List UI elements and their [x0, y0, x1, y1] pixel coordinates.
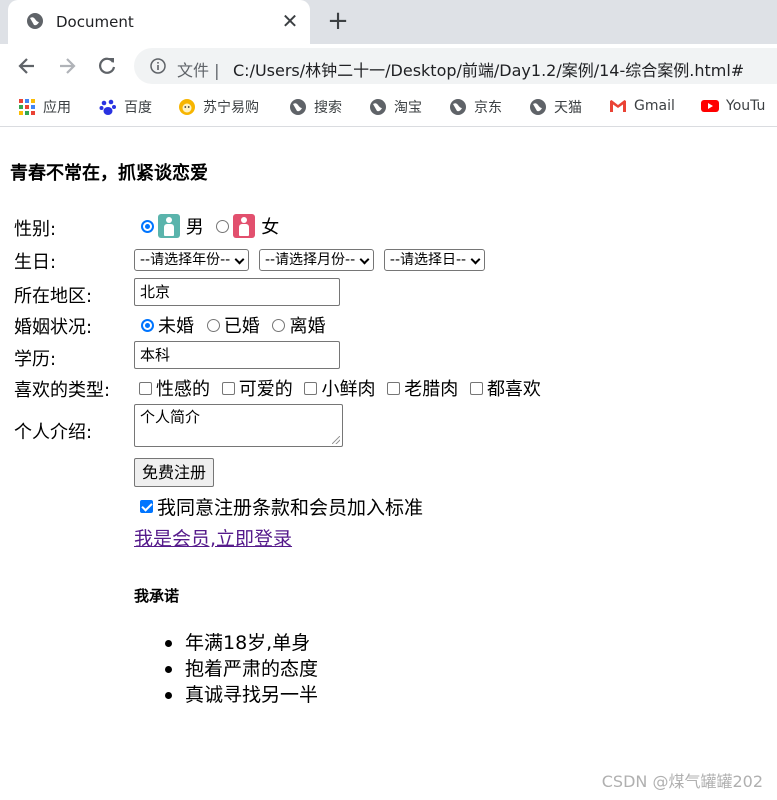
gender-male-radio[interactable] — [141, 219, 154, 233]
type-cute-checkbox[interactable] — [221, 381, 235, 395]
bookmark-jd[interactable]: 京东 — [449, 97, 502, 117]
list-item: 真诚寻找另一半 — [164, 684, 319, 706]
marriage-single-radio[interactable] — [141, 318, 154, 332]
education-label: 学历: — [14, 349, 57, 370]
marriage-married-radio[interactable] — [206, 318, 220, 332]
address-prefix: 文件 | — [177, 61, 220, 80]
address-bar[interactable]: 文件 | C:/Users/林钟二十一/Desktop/前端/Day1.2/案例… — [134, 48, 777, 84]
gmail-icon — [610, 100, 626, 112]
marriage-divorced-radio[interactable] — [272, 318, 286, 332]
type-all-checkbox[interactable] — [469, 381, 483, 395]
agree-row: 我同意注册条款和会员加入标准 — [134, 493, 423, 520]
browser-tab[interactable]: Document ✕ — [8, 0, 310, 44]
type-young-label: 小鲜肉 — [321, 379, 376, 400]
region-row: 北京 — [134, 278, 340, 306]
gender-female-radio[interactable] — [216, 219, 230, 233]
bookmark-tmall[interactable]: 天猫 — [529, 97, 582, 117]
register-row: 免费注册 — [134, 458, 215, 487]
year-select[interactable]: --请选择年份-- — [134, 249, 250, 271]
globe-icon — [290, 99, 306, 115]
resize-grip-icon[interactable] — [332, 436, 340, 444]
type-cute-label: 可爱的 — [238, 379, 293, 400]
birthday-label: 生日: — [14, 252, 57, 273]
bookmark-search[interactable]: 搜索 — [289, 97, 342, 117]
marriage-married-label: 已婚 — [223, 316, 260, 337]
bookmarks-bar: 应用 百度 苏宁易购 搜索 淘宝 京东 天猫 Gmail YouTu — [0, 88, 777, 127]
intro-label: 个人介绍: — [14, 422, 93, 443]
types-options: 性感的 可爱的 小鲜肉 老腊肉 都喜欢 — [133, 375, 541, 401]
marriage-divorced-label: 离婚 — [289, 316, 326, 337]
intro-textarea[interactable]: 个人简介 — [134, 404, 343, 447]
address-url[interactable]: C:/Users/林钟二十一/Desktop/前端/Day1.2/案例/14-综… — [233, 57, 744, 81]
globe-icon — [27, 13, 43, 29]
bookmark-taobao[interactable]: 淘宝 — [369, 97, 422, 117]
watermark: CSDN @煤气罐罐202 — [601, 772, 763, 791]
type-all-label: 都喜欢 — [486, 379, 541, 400]
type-mature-label: 老腊肉 — [404, 379, 459, 400]
page-title: 青春不常在，抓紧谈恋爱 — [10, 163, 208, 184]
register-button[interactable]: 免费注册 — [134, 458, 215, 487]
female-icon — [233, 214, 256, 238]
promise-list: 年满18岁,单身 抱着严肃的态度 真诚寻找另一半 — [164, 630, 319, 708]
birthday-selects: --请选择年份-- --请选择月份-- --请选择日-- — [134, 249, 489, 271]
type-mature-checkbox[interactable] — [387, 381, 401, 395]
gender-options: 男 女 — [134, 213, 279, 239]
education-row: 本科 — [134, 341, 340, 369]
intro-row: 个人简介 — [134, 404, 343, 447]
promise-title: 我承诺 — [134, 587, 180, 605]
new-tab-button[interactable]: + — [325, 8, 351, 34]
suning-lion-icon — [179, 99, 195, 115]
type-sexy-checkbox[interactable] — [139, 381, 152, 395]
marriage-options: 未婚 已婚 离婚 — [134, 312, 325, 338]
info-icon[interactable] — [150, 58, 166, 74]
reload-icon[interactable] — [96, 55, 118, 77]
forward-arrow-icon[interactable] — [56, 55, 78, 77]
agree-label: 我同意注册条款和会员加入标准 — [157, 497, 424, 519]
marriage-label: 婚姻状况: — [14, 317, 93, 338]
close-tab-icon[interactable]: ✕ — [280, 9, 300, 33]
login-link[interactable]: 我是会员,立即登录 — [134, 524, 292, 551]
globe-icon — [450, 99, 466, 115]
list-item: 抱着严肃的态度 — [164, 658, 319, 680]
types-label: 喜欢的类型: — [14, 380, 111, 401]
globe-icon — [530, 99, 546, 115]
tab-bar: Document ✕ + — [0, 0, 777, 44]
back-arrow-icon[interactable] — [16, 55, 38, 77]
bookmark-suning[interactable]: 苏宁易购 — [178, 97, 259, 117]
tab-title: Document — [56, 13, 134, 31]
marriage-single-label: 未婚 — [158, 316, 194, 337]
bookmark-baidu[interactable]: 百度 — [99, 97, 152, 117]
type-young-checkbox[interactable] — [304, 381, 318, 395]
list-item: 年满18岁,单身 — [164, 630, 318, 656]
page-content: 青春不常在，抓紧谈恋爱 性别: 男 女 生日: --请选择年份-- --请选择月… — [0, 127, 777, 800]
gender-female-label: 女 — [261, 217, 280, 238]
education-input[interactable]: 本科 — [134, 341, 340, 369]
apps-grid-icon — [19, 99, 35, 115]
browser-toolbar: 文件 | C:/Users/林钟二十一/Desktop/前端/Day1.2/案例… — [0, 44, 777, 88]
region-input[interactable]: 北京 — [134, 278, 340, 306]
bookmark-apps[interactable]: 应用 — [18, 97, 71, 117]
type-sexy-label: 性感的 — [156, 379, 210, 400]
month-select[interactable]: --请选择月份-- — [258, 249, 375, 271]
bookmark-youtube[interactable]: YouTu — [701, 97, 765, 117]
male-icon — [158, 214, 180, 238]
gender-label: 性别: — [14, 219, 57, 240]
agree-checkbox[interactable] — [140, 500, 153, 513]
bookmark-gmail[interactable]: Gmail — [609, 97, 675, 117]
intro-textarea-text: 个人简介 — [140, 408, 201, 426]
region-label: 所在地区: — [14, 286, 93, 307]
youtube-icon — [701, 100, 719, 112]
gender-male-label: 男 — [185, 217, 204, 238]
globe-icon — [370, 99, 386, 115]
day-select[interactable]: --请选择日-- — [383, 249, 486, 271]
baidu-paw-icon — [99, 99, 116, 115]
